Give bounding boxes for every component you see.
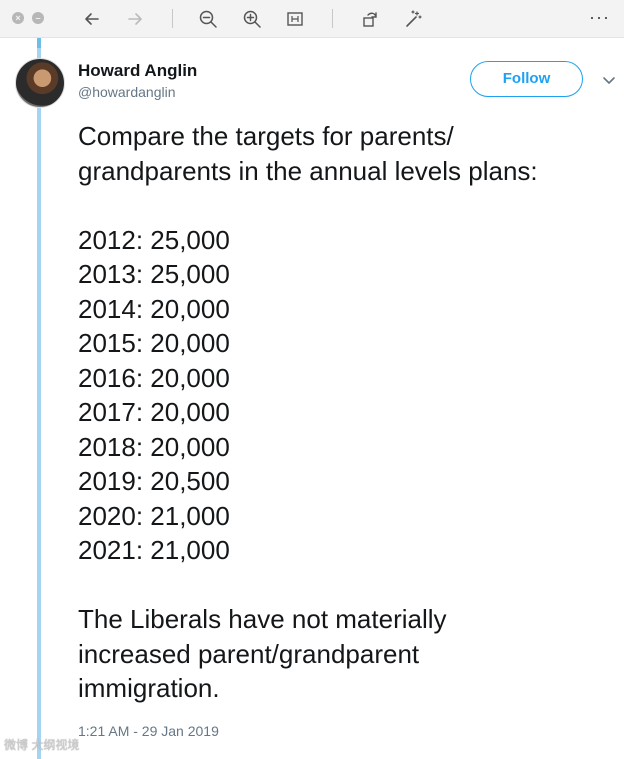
thread-line [37,38,41,759]
forward-arrow-icon[interactable] [124,8,146,30]
toolbar-separator [332,9,333,28]
target-item: 2012: 25,000 [78,224,230,255]
back-arrow-icon[interactable] [81,8,103,30]
conclusion-line: immigration. [78,673,220,703]
conclusion-line: The Liberals have not materially [78,604,447,634]
intro-line: grandparents in the annual levels plans: [78,155,538,186]
author-name[interactable]: Howard Anglin [78,61,197,81]
target-item: 2016: 20,000 [78,362,230,393]
minimize-icon[interactable]: – [32,12,44,24]
fit-icon[interactable] [284,8,306,30]
zoom-in-icon[interactable] [241,8,263,30]
intro-paragraph: Compare the targets for parents/ grandpa… [78,119,608,188]
target-item: 2014: 20,000 [78,293,230,324]
conclusion-line: increased parent/grandparent [78,638,420,669]
tweet-text: Compare the targets for parents/ grandpa… [78,119,608,706]
rotate-icon[interactable] [359,8,381,30]
author-handle[interactable]: @howardanglin [78,84,176,100]
thread-line-top [37,38,41,48]
more-icon[interactable]: ··· [589,7,610,27]
target-item: 2020: 21,000 [78,500,230,531]
conclusion-paragraph: The Liberals have not materially increas… [78,602,608,706]
target-item: 2018: 20,000 [78,431,230,462]
avatar[interactable] [15,58,65,108]
toolbar-separator [172,9,173,28]
chevron-down-icon[interactable] [601,72,617,88]
target-item: 2017: 20,000 [78,397,230,427]
intro-line: Compare the targets for parents/ [78,121,454,151]
target-item: 2015: 20,000 [78,328,230,358]
target-item: 2021: 21,000 [78,535,230,565]
tweet-timestamp[interactable]: 1:21 AM - 29 Jan 2019 [78,723,219,739]
targets-list: 2012: 25,000 2013: 25,000 2014: 20,000 2… [78,223,608,568]
watermark: 微博 大纲视境 [4,738,80,752]
close-icon[interactable]: × [12,12,24,24]
viewer-toolbar: × – ··· [0,0,624,38]
magic-wand-icon[interactable] [402,8,424,30]
target-item: 2013: 25,000 [78,259,230,289]
zoom-out-icon[interactable] [197,8,219,30]
target-item: 2019: 20,500 [78,466,230,496]
follow-button[interactable]: Follow [470,61,583,97]
